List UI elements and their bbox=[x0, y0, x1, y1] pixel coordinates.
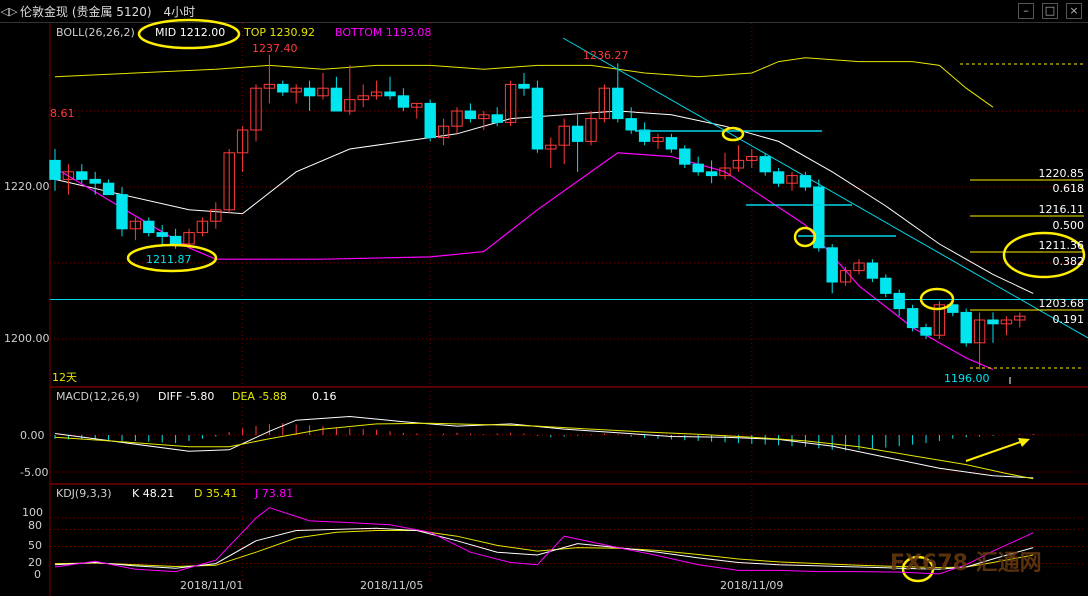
candle-body bbox=[866, 262, 879, 279]
candle-body bbox=[799, 175, 812, 188]
kdj-d-line bbox=[54, 530, 1034, 569]
x-date-2: 2018/11/05 bbox=[360, 579, 423, 592]
candle-body bbox=[920, 327, 932, 336]
candle-body bbox=[612, 87, 624, 120]
y-tick-1220: 1220.00 bbox=[4, 180, 50, 193]
kdj-j-label: J 73.81 bbox=[254, 487, 293, 500]
candle-body bbox=[625, 118, 637, 131]
candle-body bbox=[102, 182, 115, 196]
candle-body bbox=[772, 171, 785, 184]
candle-body bbox=[759, 156, 771, 173]
boll-mid-line bbox=[54, 110, 1034, 294]
candle-body bbox=[397, 95, 410, 108]
x-date-3: 2018/11/09 bbox=[720, 579, 783, 592]
x-date-1: 2018/11/01 bbox=[180, 579, 243, 592]
candle-body bbox=[893, 292, 905, 310]
macd-diff-label: DIFF -5.80 bbox=[158, 390, 214, 403]
candle-body bbox=[49, 159, 61, 180]
boll-layer bbox=[54, 57, 1034, 370]
candle-body bbox=[330, 87, 343, 112]
left-partial-annotation: 8.61 bbox=[50, 107, 75, 120]
kdj-y-tick-100: 100 bbox=[22, 506, 43, 519]
high-annotation-1: 1237.40 bbox=[252, 42, 298, 55]
candle-body bbox=[76, 171, 88, 180]
candle-body bbox=[571, 125, 584, 142]
candle-body bbox=[89, 178, 101, 184]
fib-price-1: 1216.11 bbox=[1039, 203, 1085, 216]
candle-body bbox=[531, 87, 544, 150]
kdj-y-tick-80: 80 bbox=[28, 519, 42, 532]
downtrend-line bbox=[562, 37, 1088, 339]
boll-legend-label: BOLL(26,26,2) bbox=[56, 26, 135, 39]
candle-body bbox=[880, 277, 892, 294]
y-tick-1200: 1200.00 bbox=[4, 332, 50, 345]
macd-layer bbox=[54, 415, 1034, 480]
macd-value-label: 0.16 bbox=[312, 390, 337, 403]
fib-price-3: 1203.68 bbox=[1039, 297, 1085, 310]
low-annotation-1: 1211.87 bbox=[146, 253, 192, 266]
kdj-y-tick-50: 50 bbox=[28, 539, 42, 552]
fib-ratio-0: 0.618 bbox=[1053, 182, 1085, 195]
candle-body bbox=[826, 247, 838, 283]
fib-ratio-2: 0.382 bbox=[1053, 255, 1085, 268]
candle-body bbox=[277, 83, 289, 93]
fib-price-2: 1211.36 bbox=[1039, 239, 1085, 252]
watermark: FX678 汇通网 bbox=[890, 551, 1042, 576]
chart-canvas: BOLL(26,26,2) MID 1212.00 TOP 1230.92 BO… bbox=[4, 18, 1088, 596]
low-annotation-final: 1196.00 bbox=[944, 372, 990, 385]
candle-body bbox=[705, 171, 718, 177]
fib-ratio-1: 0.500 bbox=[1053, 219, 1085, 232]
candle-body bbox=[906, 308, 919, 329]
boll-top-label: TOP 1230.92 bbox=[243, 26, 315, 39]
boll-bottom-label: BOTTOM 1193.08 bbox=[335, 26, 431, 39]
macd-arrow-shaft bbox=[965, 439, 1027, 462]
candle-body bbox=[518, 83, 530, 89]
fib-price-0: 1220.85 bbox=[1039, 167, 1085, 180]
kdj-d-label: D 35.41 bbox=[194, 487, 237, 500]
candle-body bbox=[156, 232, 168, 237]
high-annotation-2: 1236.27 bbox=[583, 49, 629, 62]
candle-body bbox=[960, 311, 972, 344]
candle-body bbox=[665, 137, 678, 150]
candle-body bbox=[424, 102, 436, 139]
kdj-title: KDJ(9,3,3) bbox=[56, 487, 112, 500]
candle-body bbox=[143, 220, 155, 234]
macd-dea-label: DEA -5.88 bbox=[232, 390, 287, 403]
candle-layer bbox=[49, 54, 1026, 370]
candle-body bbox=[464, 110, 477, 120]
highlight-ellipse-touch-2 bbox=[793, 226, 817, 248]
period-label: 12天 bbox=[52, 371, 77, 384]
candle-body bbox=[987, 319, 999, 325]
chart-window: ◁▷ 伦敦金现 (贵金属 5120) 4小时 – □ × BOLL(26,26,… bbox=[0, 0, 1088, 596]
candle-body bbox=[169, 235, 182, 245]
highlight-ellipse-touch-1 bbox=[721, 126, 745, 142]
kdj-k-label: K 48.21 bbox=[132, 487, 174, 500]
boll-mid-label: MID 1212.00 bbox=[155, 26, 225, 39]
candle-body bbox=[692, 163, 704, 173]
fib-ratio-3: 0.191 bbox=[1053, 313, 1085, 326]
candle-body bbox=[384, 91, 396, 97]
macd-y-tick-0: 0.00 bbox=[20, 429, 45, 442]
candle-body bbox=[491, 114, 503, 123]
macd-y-tick-neg5: -5.00 bbox=[20, 466, 48, 479]
macd-title: MACD(12,26,9) bbox=[56, 390, 140, 403]
kdj-y-tick-0: 0 bbox=[34, 568, 41, 581]
candle-body bbox=[116, 194, 128, 230]
candle-body bbox=[303, 87, 316, 97]
candle-body bbox=[679, 148, 691, 165]
boll-bottom-line bbox=[54, 152, 994, 370]
